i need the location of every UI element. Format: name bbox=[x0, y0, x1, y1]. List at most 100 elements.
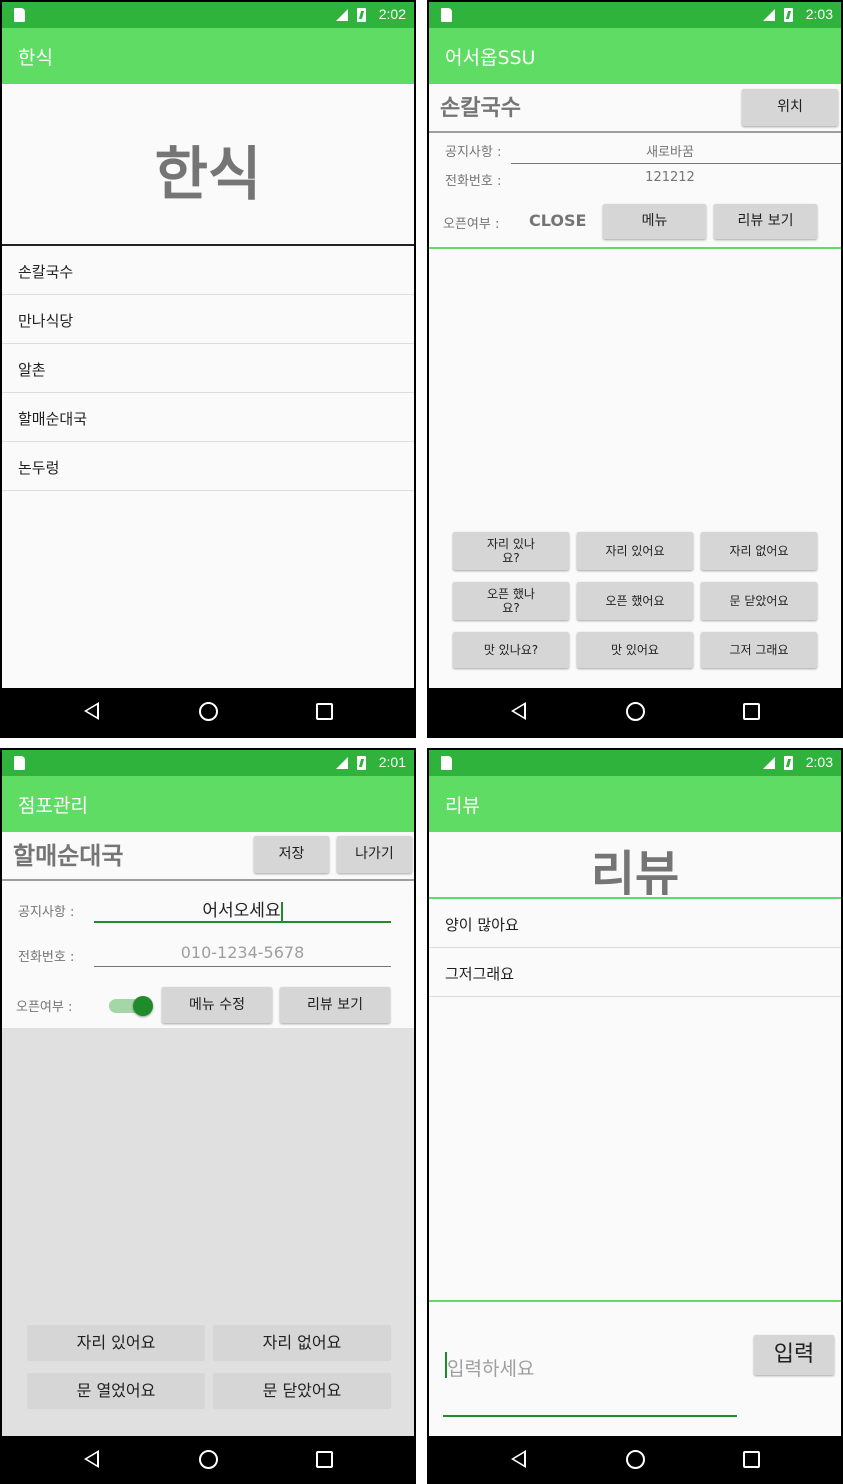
review-list: 양이 많아요 그저그래요 bbox=[429, 899, 841, 997]
quick-button-opened[interactable]: 오픈 했어요 bbox=[577, 582, 693, 620]
divider bbox=[429, 1300, 841, 1302]
status-time: 2:03 bbox=[805, 6, 833, 22]
recent-apps-icon[interactable] bbox=[743, 703, 760, 720]
app-bar: 점포관리 bbox=[2, 776, 414, 832]
signal-icon bbox=[336, 9, 348, 21]
status-button-opened[interactable]: 문 열었어요 bbox=[27, 1373, 205, 1409]
phone-input[interactable]: 010-1234-5678 bbox=[94, 943, 391, 962]
notice-underline bbox=[511, 163, 841, 164]
quick-button-so-so[interactable]: 그저 그래요 bbox=[701, 632, 817, 668]
status-button-seat-no[interactable]: 자리 없어요 bbox=[213, 1325, 391, 1361]
review-input[interactable]: 입력하세요 bbox=[447, 1354, 534, 1381]
back-icon[interactable] bbox=[511, 702, 526, 720]
sd-card-icon bbox=[441, 756, 452, 770]
home-icon[interactable] bbox=[626, 1450, 645, 1469]
nav-bar bbox=[2, 1436, 414, 1484]
store-name: 할매순대국 bbox=[13, 842, 124, 870]
submit-review-button[interactable]: 입력 bbox=[754, 1335, 834, 1375]
app-bar: 리뷰 bbox=[429, 776, 841, 832]
status-bar: 2:03 bbox=[429, 750, 841, 776]
back-icon[interactable] bbox=[84, 702, 99, 720]
list-item[interactable]: 논두렁 bbox=[2, 442, 414, 491]
back-icon[interactable] bbox=[511, 1450, 526, 1468]
battery-charging-icon bbox=[357, 8, 366, 22]
quick-button-ask-seat[interactable]: 자리 있나 요? bbox=[453, 532, 569, 570]
status-time: 2:03 bbox=[805, 754, 833, 770]
menu-edit-button[interactable]: 메뉴 수정 bbox=[162, 987, 272, 1023]
category-header: 한식 bbox=[154, 140, 262, 208]
notice-input-underline bbox=[94, 921, 391, 923]
list-item[interactable]: 알촌 bbox=[2, 344, 414, 393]
screen-store-detail: 2:03 어서옵SSU 손칼국수 위치 공지사항 : 새로바꿈 전화번호 : 1… bbox=[427, 0, 843, 738]
nav-bar bbox=[429, 1436, 841, 1484]
location-button[interactable]: 위치 bbox=[742, 89, 838, 126]
back-icon[interactable] bbox=[84, 1450, 99, 1468]
screen-reviews: 2:03 리뷰 리뷰 양이 많아요 그저그래요 입력하세요 입력 bbox=[427, 748, 843, 1484]
store-name: 손칼국수 bbox=[440, 96, 521, 121]
list-item[interactable]: 할매순대국 bbox=[2, 393, 414, 442]
app-bar-title: 리뷰 bbox=[445, 795, 480, 817]
screen-category-korean: 2:02 한식 한식 손칼국수 만나식당 알촌 할매순대국 논두렁 bbox=[0, 0, 416, 738]
status-time: 2:02 bbox=[378, 6, 406, 22]
sd-card-icon bbox=[14, 756, 25, 770]
phone-value: 121212 bbox=[645, 170, 695, 185]
list-item[interactable]: 만나식당 bbox=[2, 295, 414, 344]
list-item[interactable]: 그저그래요 bbox=[429, 948, 841, 997]
list-item[interactable]: 손칼국수 bbox=[2, 246, 414, 295]
phone-input-underline bbox=[94, 966, 391, 967]
notice-label: 공지사항 : bbox=[445, 145, 502, 160]
home-icon[interactable] bbox=[626, 702, 645, 721]
app-bar-title: 점포관리 bbox=[18, 795, 88, 817]
quick-button-ask-taste[interactable]: 맛 있나요? bbox=[453, 632, 569, 668]
reviews-header: 리뷰 bbox=[590, 846, 680, 902]
nav-bar bbox=[2, 688, 414, 736]
home-icon[interactable] bbox=[199, 1450, 218, 1469]
signal-icon bbox=[763, 9, 775, 21]
recent-apps-icon[interactable] bbox=[743, 1451, 760, 1468]
save-button[interactable]: 저장 bbox=[254, 836, 329, 873]
list-item[interactable]: 양이 많아요 bbox=[429, 899, 841, 948]
open-label: 오픈여부 : bbox=[443, 217, 500, 232]
divider bbox=[2, 879, 414, 881]
status-bar: 2:01 bbox=[2, 750, 414, 776]
phone-label: 전화번호 : bbox=[445, 174, 502, 189]
notice-input[interactable]: 어서오세요 bbox=[94, 896, 391, 921]
review-button[interactable]: 리뷰 보기 bbox=[714, 204, 817, 239]
open-label: 오픈여부 : bbox=[16, 1000, 73, 1015]
battery-charging-icon bbox=[357, 756, 366, 770]
battery-charging-icon bbox=[784, 756, 793, 770]
status-button-closed[interactable]: 문 닫았어요 bbox=[213, 1373, 391, 1409]
quick-button-tasty[interactable]: 맛 있어요 bbox=[577, 632, 693, 668]
quick-button-ask-open[interactable]: 오픈 했나 요? bbox=[453, 582, 569, 620]
home-icon[interactable] bbox=[199, 702, 218, 721]
phone-label: 전화번호 : bbox=[18, 950, 75, 965]
divider bbox=[429, 131, 841, 133]
quick-button-closed[interactable]: 문 닫았어요 bbox=[701, 582, 817, 620]
status-bar: 2:03 bbox=[429, 2, 841, 28]
open-status: CLOSE bbox=[529, 211, 587, 230]
sd-card-icon bbox=[14, 8, 25, 22]
review-button[interactable]: 리뷰 보기 bbox=[280, 987, 390, 1023]
sd-card-icon bbox=[441, 8, 452, 22]
status-time: 2:01 bbox=[378, 754, 406, 770]
recent-apps-icon[interactable] bbox=[316, 1451, 333, 1468]
exit-button[interactable]: 나가기 bbox=[337, 836, 412, 873]
notice-input-value: 어서오세요 bbox=[202, 901, 281, 921]
nav-bar bbox=[429, 688, 841, 736]
review-input-underline bbox=[443, 1415, 737, 1417]
restaurant-list: 손칼국수 만나식당 알촌 할매순대국 논두렁 bbox=[2, 246, 414, 491]
signal-icon bbox=[336, 757, 348, 769]
text-cursor bbox=[280, 901, 283, 921]
notice-value: 새로바꿈 bbox=[646, 145, 694, 160]
divider bbox=[429, 247, 841, 249]
app-bar: 어서옵SSU bbox=[429, 28, 841, 84]
app-bar-title: 한식 bbox=[18, 47, 53, 69]
menu-button[interactable]: 메뉴 bbox=[603, 204, 706, 239]
recent-apps-icon[interactable] bbox=[316, 703, 333, 720]
status-button-seat-yes[interactable]: 자리 있어요 bbox=[27, 1325, 205, 1361]
app-bar-title: 어서옵SSU bbox=[445, 47, 536, 69]
quick-button-seat-no[interactable]: 자리 없어요 bbox=[701, 532, 817, 570]
quick-button-seat-yes[interactable]: 자리 있어요 bbox=[577, 532, 693, 570]
app-bar: 한식 bbox=[2, 28, 414, 84]
signal-icon bbox=[763, 757, 775, 769]
